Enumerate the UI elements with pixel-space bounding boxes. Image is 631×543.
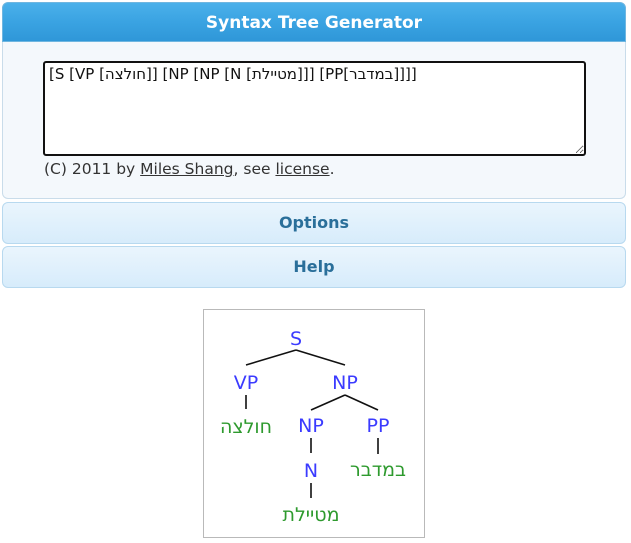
help-label: Help <box>293 257 335 276</box>
node-np-top: NP <box>332 372 358 394</box>
leaf-vp: חולצה <box>220 416 272 438</box>
node-pp: PP <box>367 415 390 437</box>
license-link[interactable]: license <box>275 160 329 178</box>
app-header: Syntax Tree Generator <box>2 2 626 42</box>
node-vp: VP <box>234 372 258 394</box>
edge-np-np <box>310 394 346 411</box>
node-n: N <box>304 460 318 482</box>
copyright-prefix: (C) 2011 by <box>44 160 141 178</box>
input-panel: (C) 2011 by Miles Shang, see license. <box>2 42 626 199</box>
options-label: Options <box>278 213 350 232</box>
leaf-pp: במדבר <box>350 459 406 481</box>
help-section-header[interactable]: Help <box>2 246 626 288</box>
node-np-inner: NP <box>298 415 324 437</box>
copyright-notice: (C) 2011 by Miles Shang, see license. <box>44 160 335 178</box>
app-title: Syntax Tree Generator <box>205 13 423 33</box>
node-s: S <box>290 328 302 350</box>
bracket-notation-input[interactable] <box>43 61 586 156</box>
syntax-tree-image: S VP NP חולצה NP PP N במדבר מטיילת <box>203 309 425 538</box>
syntax-tree-svg: S VP NP חולצה NP PP N במדבר מטיילת <box>220 328 406 526</box>
options-section-header[interactable]: Options <box>2 202 626 244</box>
edge-np-pp <box>344 394 379 411</box>
copyright-suffix: . <box>329 160 335 178</box>
author-link[interactable]: Miles Shang <box>140 160 233 178</box>
copyright-middle: , see <box>233 160 276 178</box>
leaf-n: מטיילת <box>282 504 339 526</box>
edge-s-vp <box>245 349 297 366</box>
edge-s-np <box>295 349 346 366</box>
